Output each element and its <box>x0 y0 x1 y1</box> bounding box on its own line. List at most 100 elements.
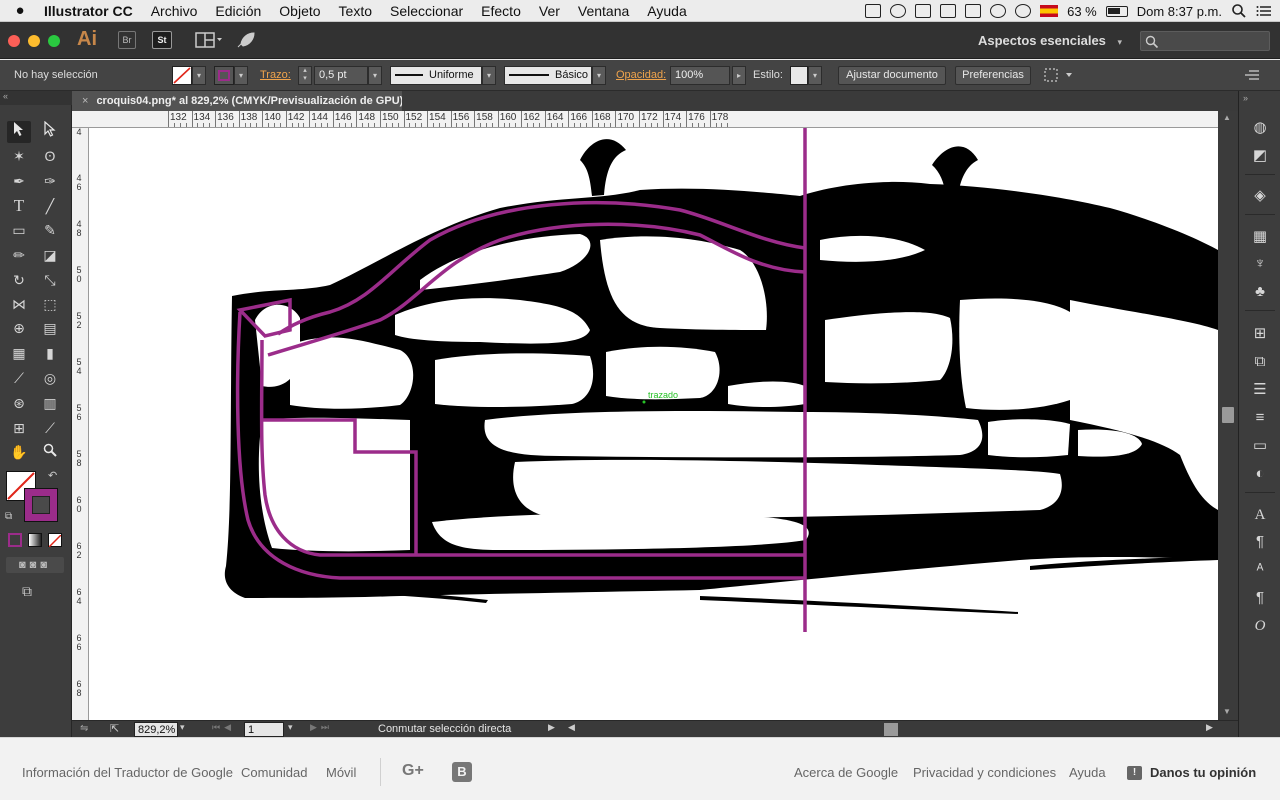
perspective-grid-tool-icon[interactable]: ▤ <box>38 317 62 339</box>
stroke-swatch[interactable] <box>214 66 234 85</box>
paragraph-panel-icon[interactable]: ¶ <box>1249 531 1271 553</box>
screen-mode-icon[interactable]: ⧉ <box>22 583 32 600</box>
about-google-link[interactable]: Acerca de Google <box>794 765 898 780</box>
artboard-prev-buttons[interactable]: ⏮◀ <box>212 722 235 733</box>
vertical-scroll-thumb[interactable] <box>1222 407 1234 423</box>
input-flag-icon[interactable] <box>1040 5 1059 17</box>
stroke-dropdown[interactable]: ▾ <box>234 66 248 85</box>
stroke-weight-dropdown[interactable]: ▾ <box>368 66 382 85</box>
paintbrush-tool-icon[interactable]: ✎ <box>38 219 62 241</box>
gradient-panel-icon[interactable]: ▭ <box>1249 435 1271 457</box>
width-tool-icon[interactable]: ⋈ <box>7 293 31 315</box>
layers-panel-icon[interactable]: ◈ <box>1249 185 1271 207</box>
scroll-up-icon[interactable]: ▲ <box>1223 113 1231 122</box>
minimize-window-button[interactable] <box>28 35 40 47</box>
profile-dropdown[interactable]: ▾ <box>482 66 496 85</box>
brushes-panel-icon[interactable]: ♆ <box>1249 253 1271 275</box>
mobile-link[interactable]: Móvil <box>326 765 356 780</box>
copy-icon[interactable] <box>915 4 932 18</box>
hand-tool-icon[interactable]: ✋ <box>7 441 31 463</box>
none-mode-button[interactable] <box>48 533 62 548</box>
drawing-modes[interactable]: ◙◙◙ <box>6 557 64 573</box>
zoom-tool-icon[interactable] <box>38 441 62 463</box>
blogger-icon[interactable]: B <box>452 762 472 782</box>
eraser-tool-icon[interactable]: ◪ <box>38 244 62 266</box>
gradient-mode-button[interactable] <box>28 533 42 547</box>
selection-tool-icon[interactable] <box>7 121 31 143</box>
menu-ayuda[interactable]: Ayuda <box>638 3 695 19</box>
menu-ver[interactable]: Ver <box>530 3 569 19</box>
scroll-right-icon[interactable]: ▶ <box>1206 722 1213 733</box>
opacity-label[interactable]: Opacidad: <box>616 60 666 91</box>
artboard-canvas[interactable]: trazado <box>89 128 1218 720</box>
close-tab-icon[interactable]: × <box>82 95 88 107</box>
share-icon[interactable]: ⇱ <box>110 722 119 735</box>
stock-button[interactable]: St <box>152 31 172 49</box>
fit-document-button[interactable]: Ajustar documento <box>838 66 946 85</box>
artboard-tool-icon[interactable]: ⊞ <box>7 417 31 439</box>
arrange-documents-button[interactable] <box>195 31 223 54</box>
close-window-button[interactable] <box>8 35 20 47</box>
eyedropper-tool-icon[interactable]: ⟋ <box>7 367 31 389</box>
document-tab[interactable]: × croquis04.png* al 829,2% (CMYK/Previsua… <box>72 91 402 111</box>
style-dropdown[interactable]: ▾ <box>808 66 822 85</box>
status-menu-icon[interactable]: ▶ <box>548 722 555 733</box>
rectangle-tool-icon[interactable]: ▭ <box>7 219 31 241</box>
apple-menu-icon[interactable]: ● <box>0 2 40 19</box>
column-graph-tool-icon[interactable]: ▥ <box>38 392 62 414</box>
type-tool-icon[interactable]: T <box>7 195 31 217</box>
swatches-panel-icon[interactable]: ▦ <box>1249 226 1271 248</box>
zoom-window-button[interactable] <box>48 35 60 47</box>
menu-objeto[interactable]: Objeto <box>270 3 329 19</box>
align-panel-icon[interactable]: ☰ <box>1249 379 1271 401</box>
default-fill-stroke-icon[interactable]: ⧉ <box>5 511 12 522</box>
battery-icon[interactable] <box>1105 5 1128 17</box>
stroke-stepper[interactable]: ▴ ▾ <box>298 66 312 85</box>
clock[interactable]: Dom 8:37 p.m. <box>1137 4 1222 19</box>
transform-options-button[interactable] <box>1044 68 1074 86</box>
translator-info-link[interactable]: Información del Traductor de Google <box>22 765 233 780</box>
variable-width-profile[interactable]: Uniforme <box>390 66 482 85</box>
menu-efecto[interactable]: Efecto <box>472 3 530 19</box>
feedback-link[interactable]: Danos tu opinión <box>1150 765 1256 780</box>
color-guide-icon[interactable]: ◩ <box>1249 145 1271 167</box>
opacity-slider-toggle[interactable]: ▸ <box>732 66 746 85</box>
menu-archivo[interactable]: Archivo <box>142 3 207 19</box>
menu-texto[interactable]: Texto <box>330 3 381 19</box>
gpu-status-icon[interactable]: ⇋ <box>80 723 88 734</box>
pathfinder-panel-icon[interactable]: ⧉ <box>1249 351 1271 373</box>
transform-panel-icon[interactable]: ⊞ <box>1249 323 1271 345</box>
wifi-icon[interactable] <box>1015 4 1032 18</box>
vertical-scrollbar[interactable]: ▲ ▼ <box>1218 111 1238 720</box>
artboard-dropdown[interactable]: ▾ <box>288 722 293 733</box>
stroke-panel-icon[interactable]: ≡ <box>1249 407 1271 429</box>
dropbox-icon[interactable] <box>865 4 882 18</box>
workspace-switcher[interactable]: Aspectos esenciales ▾ <box>968 30 1130 52</box>
direct-selection-tool-icon[interactable] <box>38 120 62 143</box>
spotlight-icon[interactable] <box>1231 3 1247 19</box>
opentype-panel-icon[interactable]: O <box>1249 615 1271 637</box>
rotate-tool-icon[interactable]: ↻ <box>7 269 31 291</box>
character-styles-icon[interactable]: ᴬ <box>1249 559 1271 581</box>
fill-dropdown[interactable]: ▾ <box>192 66 206 85</box>
graphic-style-swatch[interactable] <box>790 66 808 85</box>
zoom-field[interactable]: 829,2% <box>134 722 178 737</box>
scroll-left-icon[interactable]: ◀ <box>568 722 575 733</box>
opacity-field[interactable]: 100% <box>670 66 730 85</box>
menu-app-name[interactable]: Illustrator CC <box>40 3 142 19</box>
stroke-label[interactable]: Trazo: <box>260 60 291 91</box>
sync-icon[interactable] <box>890 4 907 18</box>
paragraph-styles-icon[interactable]: ¶ <box>1249 587 1271 609</box>
menu-seleccionar[interactable]: Seleccionar <box>381 3 472 19</box>
stroke-weight-field[interactable]: 0,5 pt <box>314 66 368 85</box>
menu-ventana[interactable]: Ventana <box>569 3 638 19</box>
stroke-color-box[interactable] <box>24 488 58 522</box>
horizontal-scroll-thumb[interactable] <box>884 723 898 736</box>
symbol-sprayer-tool-icon[interactable]: ⊛ <box>7 392 31 414</box>
brush-definition[interactable]: Básico <box>504 66 592 85</box>
artboard-next-buttons[interactable]: ▶⏭ <box>310 722 333 733</box>
collapse-dock-icon[interactable]: » <box>1243 93 1248 103</box>
color-mode-button[interactable] <box>8 533 22 547</box>
privacy-terms-link[interactable]: Privacidad y condiciones <box>913 765 1056 780</box>
slice-tool-icon[interactable]: ⟋ <box>38 417 62 439</box>
